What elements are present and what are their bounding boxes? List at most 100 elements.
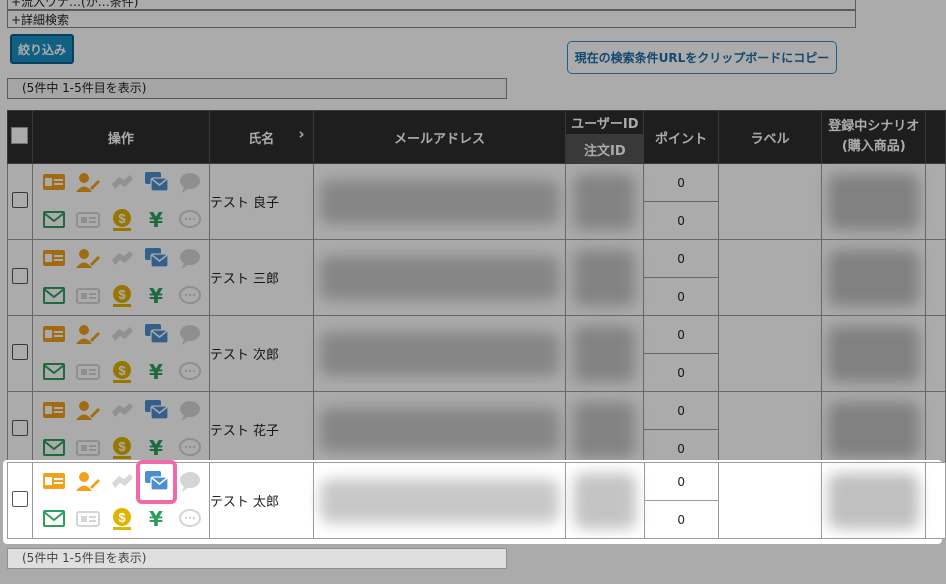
scenario-cell [821,315,927,392]
coin-icon[interactable] [105,501,139,538]
user-id-cell [565,163,645,240]
user-edit-icon[interactable] [71,165,105,202]
chat-outline-icon[interactable] [173,354,207,391]
user-id-cell [565,315,645,392]
row-select-cell [7,163,33,240]
chat-bubble-icon[interactable] [173,317,207,354]
id-card-icon[interactable] [37,464,71,501]
detail-search-label: +詳細検索 [11,13,70,27]
extra-cell [925,462,946,539]
table-row: テスト 三郎 0 0 [7,239,946,316]
row-select-cell [7,391,33,468]
point-value: 0 [677,289,685,304]
coin-icon[interactable] [105,202,139,239]
filter-button[interactable]: 絞り込み [10,34,74,64]
operations-cell [31,239,210,316]
mail-icon[interactable] [37,501,71,538]
row-checkbox[interactable] [11,490,28,507]
yen-icon[interactable] [139,501,173,538]
name-cell[interactable]: テスト 花子 [208,391,314,468]
email-header: メールアドレス [312,110,567,164]
inflow-filter-row[interactable]: +流入ワナ…(か…条件) [7,0,856,10]
result-count-bottom: (5件中 1-5件目を表示) [7,548,507,569]
scenario-header-sub: (購入商品) [841,139,906,154]
inflow-filter-label: +流入ワナ…(か…条件) [11,0,139,9]
table-row: テスト 次郎 0 0 [7,315,946,392]
name-cell[interactable]: テスト 三郎 [208,239,314,316]
operations-header: 操作 [31,110,210,164]
email-forward-icon[interactable] [139,241,173,278]
coin-icon[interactable] [105,354,139,391]
extra-cell [925,239,946,316]
chat-outline-icon[interactable] [173,202,207,239]
scenario-cell [821,239,927,316]
chat-bubble-icon[interactable] [173,393,207,430]
handshake-icon[interactable] [105,165,139,202]
ticket-icon[interactable] [71,354,105,391]
chat-bubble-icon[interactable] [173,165,207,202]
chat-outline-icon[interactable] [173,501,207,538]
row-checkbox[interactable] [11,419,28,436]
scenario-cell [821,462,927,539]
name-cell[interactable]: テスト 太郎 [208,462,314,539]
label-cell [717,163,823,240]
operations-cell [31,462,210,539]
id-card-icon[interactable] [37,393,71,430]
email-forward-icon[interactable] [139,317,173,354]
select-all-header [7,110,33,164]
sort-arrow-icon[interactable]: › [298,125,304,143]
label-cell [717,239,823,316]
name-header[interactable]: 氏名 › [208,110,314,164]
copy-url-button[interactable]: 現在の検索条件URLをクリップボードにコピー [567,41,837,74]
email-forward-icon[interactable] [139,165,173,202]
extra-cell [925,163,946,240]
user-edit-icon[interactable] [71,317,105,354]
name-cell[interactable]: テスト 次郎 [208,315,314,392]
point-value: 0 [677,365,685,380]
result-count-text: (5件中 1-5件目を表示) [22,551,147,565]
scenario-header-label: 登録中シナリオ [828,119,920,134]
row-checkbox[interactable] [11,343,28,360]
coin-icon[interactable] [105,278,139,315]
handshake-icon[interactable] [105,241,139,278]
name-cell[interactable]: テスト 良子 [208,163,314,240]
chat-bubble-icon[interactable] [173,241,207,278]
user-edit-icon[interactable] [71,241,105,278]
mail-icon[interactable] [37,354,71,391]
id-card-icon[interactable] [37,165,71,202]
user-edit-icon[interactable] [71,464,105,501]
order-id-header: 注文ID [565,134,645,164]
select-all-checkbox[interactable] [11,126,29,144]
yen-icon[interactable] [139,278,173,315]
points-cell: 00 [643,239,719,316]
email-forward-icon[interactable] [139,393,173,430]
detail-search-row[interactable]: +詳細検索 [7,10,856,28]
chat-outline-icon[interactable] [173,278,207,315]
result-count-text: (5件中 1-5件目を表示) [22,81,147,95]
ticket-icon[interactable] [71,501,105,538]
point-value: 0 [644,392,718,430]
row-checkbox[interactable] [11,267,28,284]
row-checkbox[interactable] [11,191,28,208]
chat-bubble-icon[interactable] [173,464,207,501]
user-id-cell [565,462,645,539]
id-card-icon[interactable] [37,317,71,354]
yen-icon[interactable] [139,354,173,391]
mail-icon[interactable] [37,202,71,239]
row-select-cell [7,315,33,392]
handshake-icon[interactable] [105,464,139,501]
extra-cell [925,391,946,468]
id-card-icon[interactable] [37,241,71,278]
user-id-header: ユーザーID [565,109,645,136]
table-row: テスト 花子 0 0 [7,391,946,468]
handshake-icon[interactable] [105,317,139,354]
point-value: 0 [644,164,718,202]
user-edit-icon[interactable] [71,393,105,430]
scenario-cell [821,391,927,468]
yen-icon[interactable] [139,202,173,239]
ticket-icon[interactable] [71,278,105,315]
ticket-icon[interactable] [71,202,105,239]
operations-cell [31,315,210,392]
handshake-icon[interactable] [105,393,139,430]
mail-icon[interactable] [37,278,71,315]
